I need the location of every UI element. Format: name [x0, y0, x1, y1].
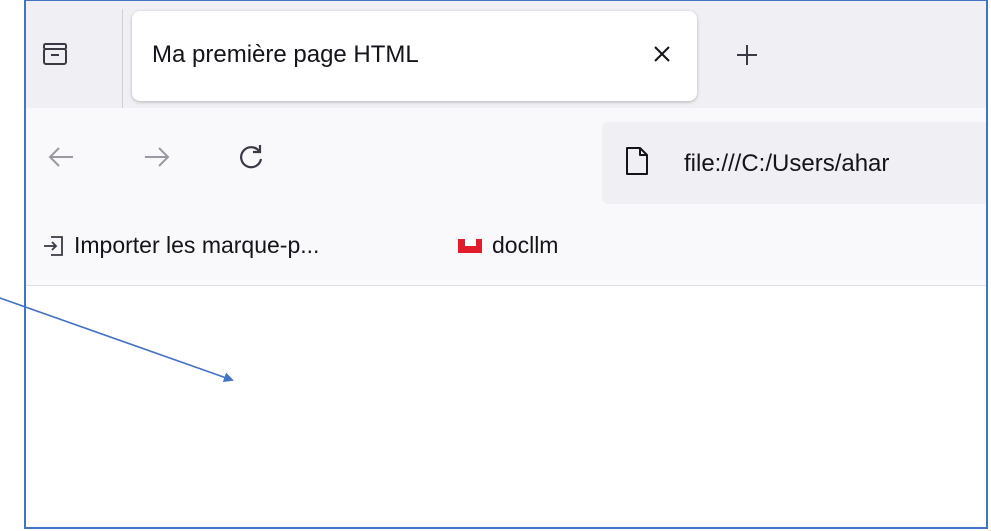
url-bar[interactable]: file:///C:/Users/ahar — [602, 122, 986, 204]
bookmark-import[interactable]: Importer les marque-p... — [42, 232, 319, 259]
page-content — [26, 286, 986, 527]
navigation-bar: file:///C:/Users/ahar — [26, 108, 986, 208]
bookmarks-bar: Importer les marque-p... docllm — [26, 208, 986, 286]
browser-window: Ma première page HTML file:///C:/Users/a… — [24, 0, 988, 529]
forward-arrow-icon[interactable] — [140, 140, 174, 174]
url-text: file:///C:/Users/ahar — [684, 150, 890, 177]
bookmark-docllm-label: docllm — [492, 232, 559, 258]
reload-icon[interactable] — [234, 140, 268, 174]
tab-divider — [122, 9, 123, 109]
tab-overview-icon[interactable] — [40, 39, 70, 69]
docllm-icon — [458, 238, 482, 253]
tab-title: Ma première page HTML — [152, 41, 419, 68]
plus-icon[interactable] — [731, 39, 763, 71]
import-icon — [44, 235, 63, 256]
back-arrow-icon[interactable] — [44, 140, 78, 174]
bookmark-import-label: Importer les marque-p... — [74, 232, 320, 258]
tab-strip: Ma première page HTML — [26, 1, 986, 109]
screenshot-stage: Ma première page HTML file:///C:/Users/a… — [0, 0, 991, 531]
bookmark-docllm[interactable]: docllm — [456, 232, 558, 259]
close-icon[interactable] — [645, 37, 679, 71]
tab-active[interactable]: Ma première page HTML — [132, 11, 697, 101]
page-icon — [626, 147, 648, 175]
